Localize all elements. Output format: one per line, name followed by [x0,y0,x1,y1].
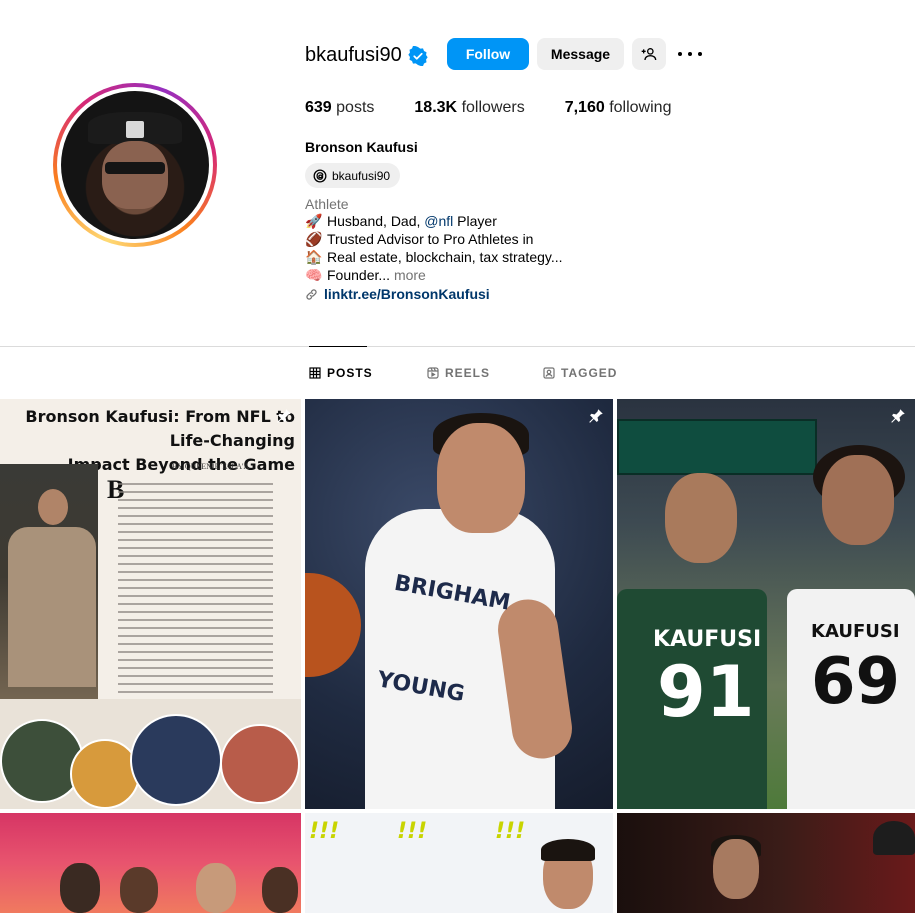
avatar-eyeblack [105,162,165,174]
post-photo-person [665,473,737,563]
avatar-logo [126,120,144,139]
football-emoji-icon: 🏈 [305,231,323,247]
dot [698,52,702,56]
bio-text: Player [453,213,497,229]
post-photo-person [196,863,236,913]
post-photo-person [8,527,96,687]
tab-reels[interactable]: REELS [427,366,490,380]
reels-icon [427,367,439,379]
bio-text: Founder... [327,267,391,283]
profile-link-text: linktr.ee/BronsonKaufusi [324,286,490,302]
pin-icon [589,409,603,423]
avatar-inner [57,87,213,243]
jersey-name: KAUFUSI [653,627,762,652]
post-photo-person [38,489,68,525]
profile-link[interactable]: linktr.ee/BronsonKaufusi [305,286,490,302]
threads-handle: bkaufusi90 [332,168,391,183]
grid-icon [309,367,321,379]
rocket-emoji-icon: 🚀 [305,213,323,229]
following-stat[interactable]: 7,160 following [565,99,672,117]
jersey-name: KAUFUSI [811,621,900,642]
more-options-icon[interactable] [678,44,702,64]
post-photo-person [822,455,894,545]
bio-more-link[interactable]: more [394,267,426,283]
post-tile[interactable] [0,813,301,913]
post-tile[interactable]: Bronson Kaufusi: From NFL to Life-Changi… [0,399,301,809]
post-tile[interactable]: !!! !!! !!! [305,813,613,913]
post-byline: BY QUEENIE TALA'A [172,462,250,471]
link-icon [306,288,317,300]
posts-count: 639 [305,99,332,116]
tabs-divider [0,346,915,347]
post-photo-hair [541,839,595,861]
followers-label: followers [461,99,525,116]
dot [678,52,682,56]
post-photo-head [437,423,525,533]
suggested-users-button[interactable] [632,38,666,70]
profile-category: Athlete [305,196,349,212]
post-tile[interactable] [617,813,915,913]
bio-text: Trusted Advisor to Pro Athletes in [327,231,534,247]
posts-stat: 639 posts [305,99,374,117]
post-photo-cap [873,821,915,855]
profile-username: bkaufusi90 [305,44,402,66]
bio-line: 🚀 Husband, Dad, @nfl Player [305,213,497,230]
dot [688,52,692,56]
profile-avatar[interactable] [53,83,217,247]
bio-text: Real estate, blockchain, tax strategy... [327,249,563,265]
followers-stat[interactable]: 18.3K followers [414,99,524,117]
profile-full-name: Bronson Kaufusi [305,139,418,155]
brain-emoji-icon: 🧠 [305,267,323,283]
event-logo-icon: !!! [495,819,526,844]
threads-icon [313,169,327,182]
active-tab-indicator [309,346,367,347]
jersey-number: 69 [811,645,901,719]
profile-stats: 639 posts 18.3K followers 7,160 followin… [305,99,711,117]
event-logo-icon: !!! [309,819,340,844]
avatar-photo [61,91,209,239]
tab-reels-label: REELS [445,366,491,380]
bio-line: 🏠 Real estate, blockchain, tax strategy..… [305,249,563,266]
tab-tagged[interactable]: TAGGED [543,366,617,380]
pin-icon [891,409,905,423]
nfl-mention-link[interactable]: @nfl [424,213,453,229]
event-logo-icon: !!! [397,819,428,844]
add-user-icon [641,48,657,61]
post-tile[interactable]: KAUFUSI 91 KAUFUSI 69 [617,399,915,809]
bio-line: 🧠 Founder... more [305,267,426,284]
house-emoji-icon: 🏠 [305,249,323,265]
avatar-face [102,141,168,210]
posts-label: posts [336,99,375,116]
tab-posts-label: POSTS [327,366,373,380]
post-photo-scoreboard [617,419,817,475]
bio-line: 🏈 Trusted Advisor to Pro Athletes in [305,231,533,248]
post-photo-basketball [305,573,361,677]
message-button[interactable]: Message [537,38,624,70]
bio-text: Husband, Dad, [327,213,425,229]
tagged-icon [543,367,555,379]
jersey-lettering: BRIGHAM YOUNG [375,570,512,714]
post-headline-line: Bronson Kaufusi: From NFL to Life-Changi… [25,407,295,450]
following-label: following [609,99,672,116]
post-photo-person [60,863,100,913]
post-photo-person [120,867,158,913]
collage-circle [220,724,300,804]
verified-badge-icon [408,46,428,66]
followers-count: 18.3K [414,99,458,116]
collage-circle [70,739,140,809]
article-text-lines [118,483,273,707]
following-count: 7,160 [564,99,605,116]
collage-circle [130,714,222,806]
tab-tagged-label: TAGGED [561,366,618,380]
tab-posts[interactable]: POSTS [309,366,373,380]
post-photo-person [713,839,759,899]
post-photo-person [262,867,298,913]
jersey-number: 91 [657,651,755,733]
post-tile[interactable]: BRIGHAM YOUNG [305,399,613,809]
follow-button[interactable]: Follow [447,38,529,70]
threads-badge[interactable]: bkaufusi90 [305,163,401,188]
pin-icon [277,409,291,423]
